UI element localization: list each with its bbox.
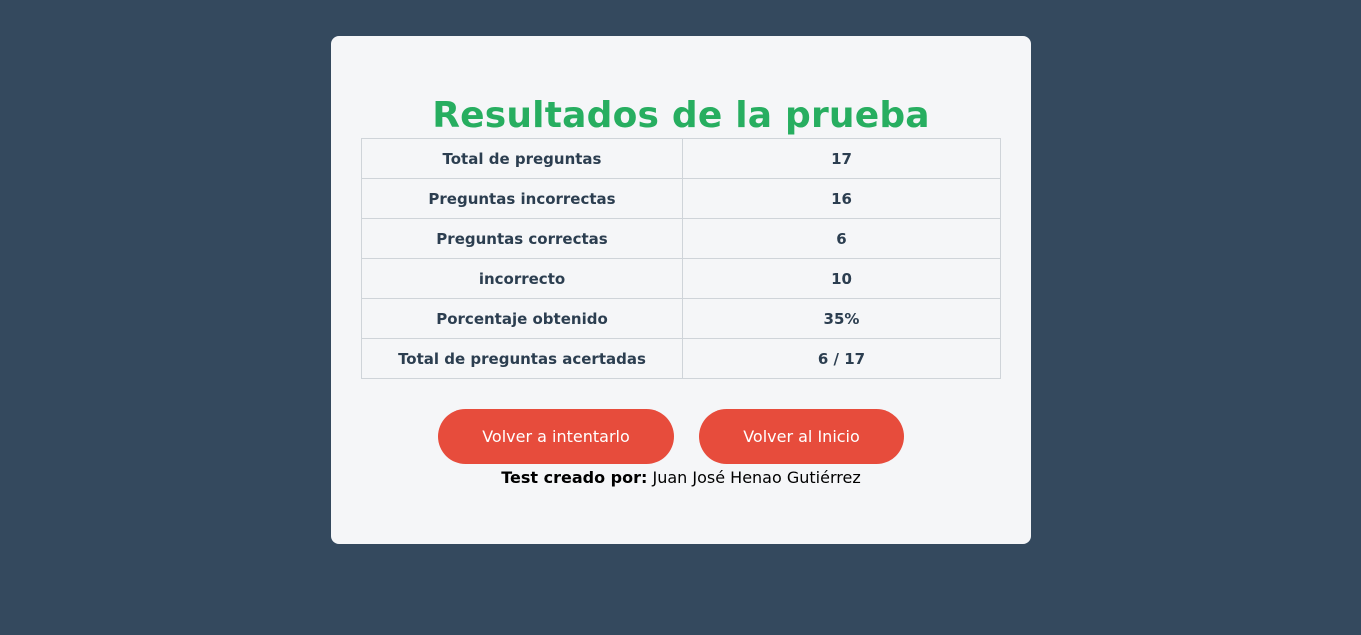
row-value: 17 bbox=[682, 138, 1001, 179]
table-row: Porcentaje obtenido 35% bbox=[361, 298, 1001, 339]
credit-prefix: Test creado por: bbox=[501, 468, 648, 487]
table-row: Total de preguntas 17 bbox=[361, 138, 1001, 179]
credit-author: Juan José Henao Gutiérrez bbox=[652, 468, 861, 487]
row-value: 16 bbox=[682, 178, 1001, 219]
author-credit: Test creado por: Juan José Henao Gutiérr… bbox=[331, 468, 1031, 487]
table-row: incorrecto 10 bbox=[361, 258, 1001, 299]
row-label: Preguntas correctas bbox=[361, 218, 683, 259]
table-row: Total de preguntas acertadas 6 / 17 bbox=[361, 338, 1001, 379]
results-card: Resultados de la prueba Total de pregunt… bbox=[331, 36, 1031, 544]
table-row: Preguntas incorrectas 16 bbox=[361, 178, 1001, 219]
home-button[interactable]: Volver al Inicio bbox=[699, 409, 904, 464]
row-label: Porcentaje obtenido bbox=[361, 298, 683, 339]
results-table: Total de preguntas 17 Preguntas incorrec… bbox=[361, 138, 1001, 379]
row-value: 6 / 17 bbox=[682, 338, 1001, 379]
retry-button[interactable]: Volver a intentarlo bbox=[438, 409, 674, 464]
row-label: Total de preguntas bbox=[361, 138, 683, 179]
row-value: 6 bbox=[682, 218, 1001, 259]
row-label: Preguntas incorrectas bbox=[361, 178, 683, 219]
row-value: 35% bbox=[682, 298, 1001, 339]
row-label: Total de preguntas acertadas bbox=[361, 338, 683, 379]
table-row: Preguntas correctas 6 bbox=[361, 218, 1001, 259]
row-label: incorrecto bbox=[361, 258, 683, 299]
row-value: 10 bbox=[682, 258, 1001, 299]
page-title: Resultados de la prueba bbox=[432, 95, 930, 136]
